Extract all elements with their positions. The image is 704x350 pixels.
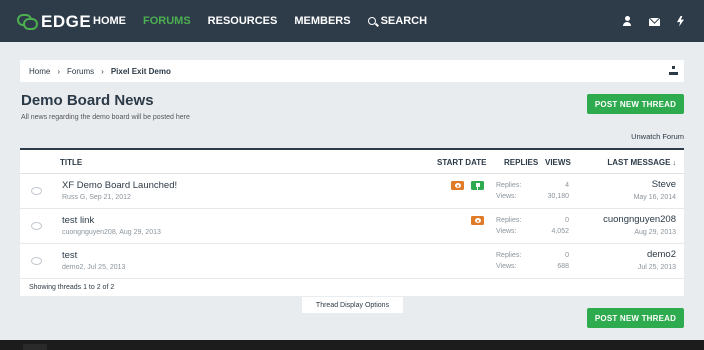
breadcrumb-home[interactable]: Home	[29, 67, 50, 76]
thread-title-link[interactable]: test	[62, 250, 77, 261]
breadcrumb-current[interactable]: Pixel Exit Demo	[111, 67, 171, 76]
breadcrumb: Home › Forums › Pixel Exit Demo	[20, 60, 684, 82]
column-views[interactable]: VIEWS	[545, 158, 571, 167]
search-icon	[367, 17, 376, 25]
thread-list: TITLE START DATE REPLIES VIEWS LAST MESS…	[20, 148, 684, 296]
breadcrumb-separator: ›	[101, 66, 104, 76]
thread-status-icon	[31, 187, 42, 195]
main-nav: HOME FORUMS RESOURCES MEMBERS SEARCH	[93, 0, 444, 42]
thread-title-link[interactable]: XF Demo Board Launched!	[62, 180, 177, 191]
thread-row: test link cuongnguyen208, Aug 29, 2013 R…	[20, 209, 684, 244]
replies-count: 0	[565, 217, 569, 224]
column-last-message-label: LAST MESSAGE	[607, 158, 671, 167]
sitemap-icon[interactable]	[669, 66, 678, 75]
replies-label: Replies:	[496, 182, 522, 189]
unwatch-forum-link[interactable]: Unwatch Forum	[631, 132, 684, 141]
account-icons	[605, 0, 684, 42]
breadcrumb-separator: ›	[57, 66, 61, 76]
nav-search-label: SEARCH	[380, 15, 428, 27]
nav-resources[interactable]: RESOURCES	[208, 15, 278, 27]
alerts-bolt-icon[interactable]	[677, 15, 684, 27]
thread-starter-meta[interactable]: cuongnguyen208, Aug 29, 2013	[62, 229, 161, 236]
replies-count: 0	[565, 252, 569, 259]
column-title[interactable]: TITLE	[60, 158, 82, 167]
breadcrumb-forums[interactable]: Forums	[67, 67, 94, 76]
last-message-user[interactable]: cuongnguyen208	[603, 214, 676, 225]
replies-label: Replies:	[496, 252, 522, 259]
watched-eye-icon	[451, 181, 464, 190]
top-navigation-bar: EDGE HOME FORUMS RESOURCES MEMBERS SEARC…	[0, 0, 704, 42]
views-count: 4,052	[551, 228, 569, 235]
site-logo[interactable]: EDGE	[17, 12, 91, 32]
replies-count: 4	[565, 182, 569, 189]
sort-descending-icon: ↓	[672, 160, 677, 167]
last-message-date[interactable]: Aug 29, 2013	[634, 229, 676, 236]
thread-starter-meta[interactable]: Russ G, Sep 21, 2012	[62, 194, 131, 201]
thread-count-summary: Showing threads 1 to 2 of 2	[29, 284, 115, 291]
mail-icon[interactable]	[649, 17, 660, 26]
last-message-user[interactable]: Steve	[652, 179, 676, 190]
views-label: Views:	[496, 263, 517, 270]
nav-search[interactable]: SEARCH	[367, 15, 428, 27]
column-replies[interactable]: REPLIES	[504, 158, 538, 167]
nav-forums[interactable]: FORUMS	[143, 15, 191, 27]
logo-text: EDGE	[41, 12, 92, 31]
watched-eye-icon	[471, 216, 484, 225]
thread-list-header: TITLE START DATE REPLIES VIEWS LAST MESS…	[20, 150, 684, 174]
last-message-user[interactable]: demo2	[647, 249, 676, 260]
thread-title-link[interactable]: test link	[62, 215, 94, 226]
thread-row: test demo2, Jul 25, 2013 Replies: 0 View…	[20, 244, 684, 279]
views-count: 688	[557, 263, 569, 270]
replies-label: Replies:	[496, 217, 522, 224]
user-icon[interactable]	[622, 16, 632, 26]
column-start-date[interactable]: START DATE	[437, 158, 486, 167]
footer-bar	[0, 340, 704, 350]
post-new-thread-button-bottom[interactable]: POST NEW THREAD	[587, 308, 684, 328]
nav-members[interactable]: MEMBERS	[294, 15, 350, 27]
page-title: Demo Board News	[21, 92, 154, 109]
thread-status-icon	[31, 257, 42, 265]
views-count: 30,180	[547, 193, 569, 200]
chat-bubbles-logo-icon	[17, 14, 39, 30]
views-label: Views:	[496, 228, 517, 235]
forum-description: All news regarding the demo board will b…	[21, 114, 190, 121]
column-last-message[interactable]: LAST MESSAGE ↓	[607, 158, 676, 167]
sticky-pin-icon	[471, 181, 484, 190]
thread-status-icon	[31, 222, 42, 230]
post-new-thread-button[interactable]: POST NEW THREAD	[587, 94, 684, 114]
views-label: Views:	[496, 193, 517, 200]
footer-tab[interactable]	[23, 344, 47, 350]
nav-home[interactable]: HOME	[93, 15, 126, 27]
last-message-date[interactable]: Jul 25, 2013	[638, 264, 676, 271]
thread-display-options-toggle[interactable]: Thread Display Options	[302, 297, 403, 313]
last-message-date[interactable]: May 16, 2014	[634, 194, 676, 201]
thread-row: XF Demo Board Launched! Russ G, Sep 21, …	[20, 174, 684, 209]
thread-starter-meta[interactable]: demo2, Jul 25, 2013	[62, 264, 125, 271]
